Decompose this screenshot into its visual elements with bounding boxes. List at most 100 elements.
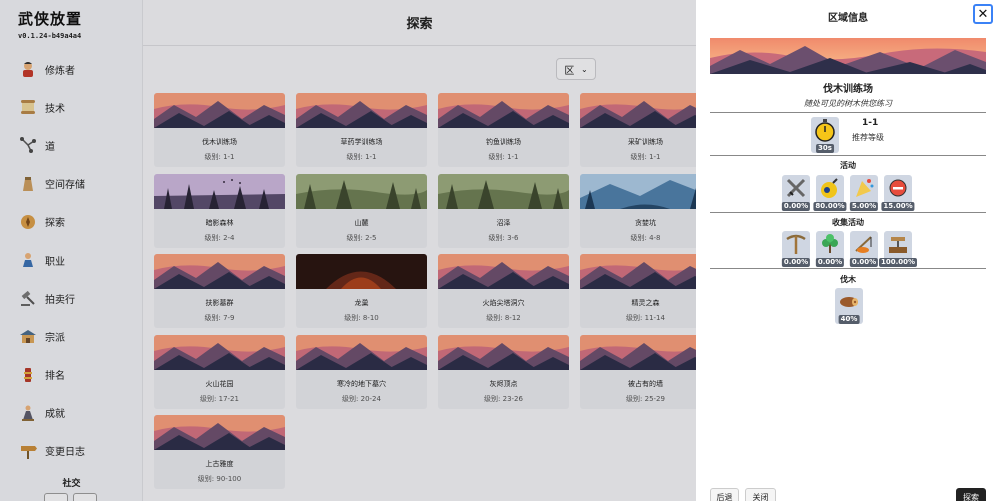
area-card-level: 级别: 90-100 <box>197 475 242 483</box>
area-card-name: 精灵之森 <box>631 299 660 307</box>
area-card[interactable]: 采矿训练场 级别: 1-1 <box>580 93 711 167</box>
area-card-name: 扶影墓群 <box>205 299 234 307</box>
area-card[interactable]: 被占有的墙级别: 25-29 <box>580 334 711 409</box>
ranking-icon <box>18 365 38 385</box>
area-card[interactable]: 精灵之森 级别: 11-14 <box>580 254 711 328</box>
app-title: 武侠放置 <box>18 10 83 28</box>
area-card-name: 沼泽 <box>496 218 511 227</box>
area-card-name: 伐木训练场 <box>202 138 237 146</box>
bag-icon <box>18 174 38 194</box>
social-button-1[interactable] <box>44 493 68 501</box>
area-card-level: 级别: 25-29 <box>626 394 665 403</box>
area-card-image <box>296 173 427 209</box>
stat-percentage: 0.00% <box>781 202 811 211</box>
stat-tile: 0.00% <box>849 231 879 267</box>
main-content: 探索 区 ⌄ 伐木训练场 级别: 1-1 草药学训练场 级别: 1-1 钓鱼训练场 级别:… <box>143 0 711 501</box>
sidebar-nav: 修炼者 技术 道 空间存储 探索 职业 拍卖行 宗派 排名 成就 变更日志 <box>0 50 142 470</box>
stat-percentage: 100.00% <box>878 258 918 267</box>
sidebar-item-ranking[interactable]: 排名 <box>0 356 142 394</box>
sidebar-item-label: 道 <box>45 141 55 153</box>
area-card[interactable]: 钓鱼训练场 级别: 1-1 <box>438 93 569 167</box>
area-card[interactable]: 火山花园 级别: 17-21 <box>154 334 285 409</box>
area-card[interactable]: 上古雅度级别: 90-100 <box>154 415 285 489</box>
stat-tile: 0.00% <box>781 231 811 267</box>
sidebar-item-sect[interactable]: 宗派 <box>0 317 142 355</box>
area-card[interactable]: 龙巢 级别: 8-10 <box>296 254 427 328</box>
area-card-image <box>154 254 285 289</box>
divider <box>710 212 986 213</box>
area-card-image <box>438 173 569 209</box>
explore-button[interactable]: 探索 <box>956 488 986 501</box>
area-card-image <box>438 254 569 289</box>
area-card-image <box>154 334 285 370</box>
fishing-icon <box>855 236 872 253</box>
stat-tile: 80.00% <box>813 175 847 211</box>
social-button-2[interactable] <box>73 493 97 501</box>
area-card-image <box>154 173 285 209</box>
area-card[interactable]: 伐木训练场 级别: 1-1 <box>154 93 285 167</box>
stat-percentage: 40% <box>838 315 860 324</box>
area-card-name: 寒冷的地下墓穴 <box>337 379 386 388</box>
area-card[interactable]: 沼泽 级别: 3-6 <box>438 173 569 248</box>
area-card[interactable]: 草药学训练场 级别: 1-1 <box>296 93 427 167</box>
stat-percentage: 80.00% <box>813 202 847 211</box>
back-button[interactable]: 后退 <box>710 488 739 501</box>
region-select-value: 区 <box>564 65 575 77</box>
stat-percentage: 0.00% <box>815 258 845 267</box>
area-card-name: 上古雅度 <box>205 460 234 468</box>
sidebar-item-changelog[interactable]: 变更日志 <box>0 432 142 470</box>
swords-icon <box>786 178 806 198</box>
brand: 武侠放置 v0.1.24-b49a4a4 <box>0 0 142 40</box>
area-card-image <box>580 93 711 128</box>
social-section: 社交 <box>0 476 143 489</box>
area-card[interactable]: 山麓 级别: 2-5 <box>296 173 427 248</box>
sidebar: 武侠放置 v0.1.24-b49a4a4 修炼者 技术 道 空间存储 探索 职业 <box>0 0 143 501</box>
sidebar-item-dao[interactable]: 道 <box>0 126 142 164</box>
close-button[interactable]: 关闭 <box>745 488 776 501</box>
sidebar-item-technique[interactable]: 技术 <box>0 88 142 126</box>
sidebar-item-label: 探索 <box>45 218 65 230</box>
area-card[interactable]: 扶影墓群级别: 7-9 <box>154 254 285 328</box>
area-card-level: 级别: 23-26 <box>484 394 523 403</box>
explore-icon <box>18 212 38 232</box>
log-icon <box>840 297 858 307</box>
area-card[interactable]: 灰烬顶点 级别: 23-26 <box>438 334 569 409</box>
area-card-level: 级别: 7-9 <box>204 314 235 322</box>
gavel-icon <box>18 288 38 308</box>
sidebar-item-job[interactable]: 职业 <box>0 241 142 279</box>
area-info-panel: 区域信息 ✕ 伐木训练场 随处可见的树木供您练习 30s 1-1 推荐等级 活动… <box>696 0 1000 501</box>
herb-icon <box>822 234 838 253</box>
sidebar-item-auction[interactable]: 拍卖行 <box>0 279 142 317</box>
area-card-image <box>438 334 569 370</box>
area-card-level: 级别: 2-4 <box>204 233 235 242</box>
area-card[interactable]: 寒冷的地下墓穴 级别: 20-24 <box>296 334 427 409</box>
duration-badge: 30s <box>816 144 834 153</box>
sidebar-item-achievement[interactable]: 成就 <box>0 394 142 432</box>
sidebar-item-cultivator[interactable]: 修炼者 <box>0 50 142 88</box>
panel-title: 区域信息 <box>828 13 868 24</box>
sidebar-item-label: 职业 <box>45 256 65 268</box>
area-card-name: 龙巢 <box>354 299 369 307</box>
area-description: 随处可见的树木供您练习 <box>804 99 892 108</box>
area-card[interactable]: 火焰尖塔洞穴 级别: 8-12 <box>438 254 569 328</box>
area-card[interactable]: 贪婪坑 级别: 4-8 <box>580 173 711 248</box>
area-card-level: 级别: 1-1 <box>346 153 377 161</box>
area-card[interactable]: 暗影森林 级别: 2-4 <box>154 173 285 248</box>
scroll-icon <box>18 97 38 117</box>
area-card-name: 被占有的墙 <box>628 379 663 388</box>
close-icon[interactable]: ✕ <box>973 4 993 24</box>
stat-tile: 0.00% <box>781 175 811 211</box>
pickaxe-icon <box>786 234 806 254</box>
sidebar-item-storage[interactable]: 空间存储 <box>0 165 142 203</box>
area-card-name: 火山花园 <box>205 379 234 388</box>
party-icon <box>856 179 874 197</box>
stat-tile: 40% <box>835 288 863 324</box>
area-card-image <box>296 93 427 128</box>
area-card-image <box>296 334 427 370</box>
area-card-image <box>154 93 285 128</box>
sidebar-item-label: 拍卖行 <box>45 294 75 306</box>
sidebar-item-explore[interactable]: 探索 <box>0 203 142 241</box>
region-select[interactable]: 区 ⌄ <box>556 58 596 80</box>
area-card-level: 级别: 4-8 <box>630 233 661 242</box>
bomb-icon <box>821 178 838 198</box>
